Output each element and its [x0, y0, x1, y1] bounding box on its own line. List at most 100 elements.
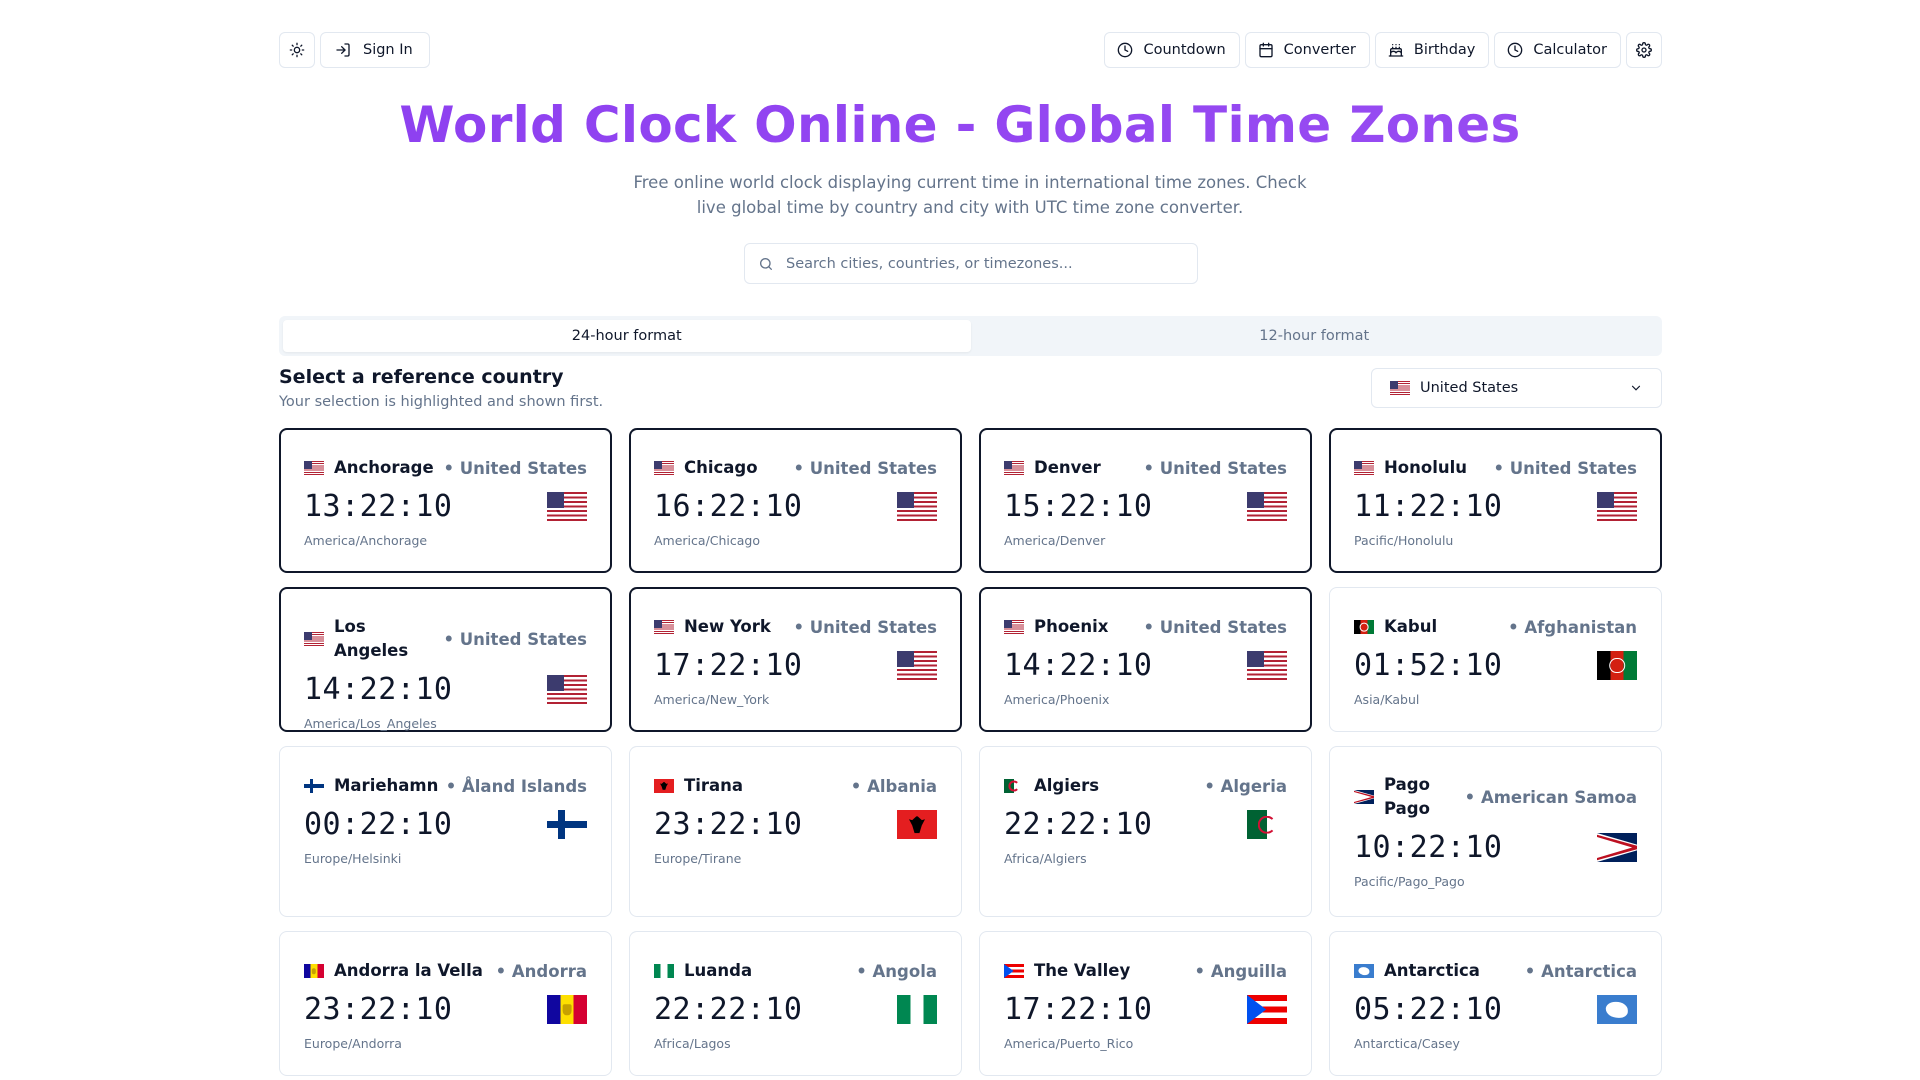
country-name: • Albania: [850, 776, 937, 796]
clock-card[interactable]: The Valley • Anguilla 17:22:10 America/Puer…: [979, 931, 1312, 1076]
converter-button[interactable]: Converter: [1244, 32, 1370, 68]
city-name: Denver: [1034, 458, 1101, 477]
city-line: Kabul: [1354, 615, 1437, 639]
clock-card[interactable]: Tirana • Albania 23:22:10 Europe/Tirane: [629, 746, 962, 917]
clock-card[interactable]: Pago Pago • American Samoa 10:22:10 Pacific…: [1329, 746, 1662, 917]
country-name: • Andorra: [495, 961, 587, 981]
clock-card[interactable]: Algiers • Algeria 22:22:10 Africa/Algiers: [979, 746, 1312, 917]
clock-card[interactable]: Andorra la Vella • Andorra 23:22:10 Europe/…: [279, 931, 612, 1076]
clock-card[interactable]: Honolulu • United States 11:22:10 Pacific/H…: [1329, 428, 1662, 573]
ng-flag-icon: [654, 964, 674, 978]
log-in-icon: [336, 43, 350, 57]
us-flag-icon: [547, 675, 587, 704]
clock-card[interactable]: Mariehamn • Åland Islands 00:22:10 Europe/H…: [279, 746, 612, 917]
city-name: Luanda: [684, 961, 753, 980]
us-flag-icon: [1597, 492, 1637, 521]
ad-flag-icon: [547, 995, 587, 1024]
city-name: Chicago: [684, 458, 758, 477]
clock-card[interactable]: Kabul • Afghanistan 01:52:10 Asia/Kabul: [1329, 587, 1662, 732]
clock-card[interactable]: Phoenix • United States 14:22:10 America/Ph…: [979, 587, 1312, 732]
time-row: 14:22:10: [304, 672, 587, 707]
us-flag-icon: [304, 461, 324, 475]
time-row: 23:22:10: [304, 992, 587, 1027]
clock-card[interactable]: New York • United States 17:22:10 America/N…: [629, 587, 962, 732]
time-row: 22:22:10: [654, 992, 937, 1027]
world-clock-page: Sign In Countdown Converter Birthday Cal…: [0, 0, 1920, 1080]
city-line: Phoenix: [1004, 615, 1108, 639]
card-header: Los Angeles • United States: [304, 615, 587, 663]
clock-grid: Anchorage • United States 13:22:10 America/…: [279, 428, 1662, 1076]
sun-icon: [289, 42, 305, 58]
reference-title: Select a reference country: [279, 366, 564, 388]
clock-card[interactable]: Luanda • Angola 22:22:10 Africa/Lagos: [629, 931, 962, 1076]
timezone-label: America/Denver: [1004, 533, 1106, 548]
country-name: • United States: [443, 458, 587, 478]
top-bar: Sign In Countdown Converter Birthday Cal…: [279, 32, 1662, 68]
city-line: Los Angeles: [304, 615, 443, 663]
timezone-label: America/New_York: [654, 692, 770, 707]
time-row: 01:52:10: [1354, 648, 1637, 683]
clock-card[interactable]: Anchorage • United States 13:22:10 America/…: [279, 428, 612, 573]
current-time: 13:22:10: [304, 489, 453, 524]
timezone-label: America/Phoenix: [1004, 692, 1110, 707]
card-header: Kabul • Afghanistan: [1354, 615, 1637, 639]
clock-card[interactable]: Antarctica • Antarctica 05:22:10 Antarctica…: [1329, 931, 1662, 1076]
ng-flag-icon: [897, 995, 937, 1024]
card-header: Phoenix • United States: [1004, 615, 1287, 639]
card-header: Pago Pago • American Samoa: [1354, 773, 1637, 821]
clock-card[interactable]: Denver • United States 15:22:10 America/Den…: [979, 428, 1312, 573]
countdown-button[interactable]: Countdown: [1104, 32, 1240, 68]
city-line: New York: [654, 615, 771, 639]
search-input[interactable]: [786, 255, 1186, 272]
pr-flag-icon: [1004, 964, 1024, 978]
fi-flag-icon: [547, 810, 587, 839]
sign-in-button[interactable]: Sign In: [320, 32, 430, 68]
birthday-button[interactable]: Birthday: [1374, 32, 1490, 68]
card-header: Mariehamn • Åland Islands: [304, 774, 587, 798]
current-time: 14:22:10: [1004, 648, 1153, 683]
search-icon: [760, 257, 772, 270]
card-header: Tirana • Albania: [654, 774, 937, 798]
country-name: • Angola: [856, 961, 937, 981]
us-flag-icon: [304, 632, 324, 646]
city-name: Phoenix: [1034, 617, 1109, 636]
us-flag-icon: [547, 492, 587, 521]
timezone-label: Africa/Algiers: [1004, 851, 1087, 866]
country-name: • United States: [1143, 458, 1287, 478]
time-row: 15:22:10: [1004, 489, 1287, 524]
af-flag-icon: [1597, 651, 1637, 680]
time-row: 11:22:10: [1354, 489, 1637, 524]
reference-country-select[interactable]: United States: [1371, 368, 1662, 408]
timezone-label: Pacific/Honolulu: [1354, 533, 1454, 548]
city-line: Algiers: [1004, 774, 1099, 798]
card-header: New York • United States: [654, 615, 937, 639]
theme-toggle-button[interactable]: [279, 32, 315, 68]
us-flag-icon: [1247, 651, 1287, 680]
timezone-label: Europe/Helsinki: [304, 851, 402, 866]
clock-card[interactable]: Los Angeles • United States 14:22:10 Americ…: [279, 587, 612, 732]
us-flag-icon: [1247, 492, 1287, 521]
reference-country-value: United States: [1420, 380, 1519, 396]
city-name: The Valley: [1034, 961, 1131, 980]
clock-icon: [1118, 42, 1133, 58]
city-name: Kabul: [1384, 617, 1438, 636]
card-header: Luanda • Angola: [654, 959, 937, 983]
tab-24-hour[interactable]: 24-hour format: [283, 320, 971, 352]
timezone-label: America/Puerto_Rico: [1004, 1036, 1134, 1051]
tab-12-hour[interactable]: 12-hour format: [971, 320, 1659, 352]
countdown-label: Countdown: [1143, 42, 1226, 58]
time-row: 10:22:10: [1354, 830, 1637, 865]
clock-card[interactable]: Chicago • United States 16:22:10 America/Ch…: [629, 428, 962, 573]
current-time: 16:22:10: [654, 489, 803, 524]
time-format-tabs: 24-hour format 12-hour format: [279, 316, 1662, 356]
us-flag-icon: [1390, 381, 1410, 395]
calculator-button[interactable]: Calculator: [1494, 32, 1621, 68]
timezone-label: America/Anchorage: [304, 533, 428, 548]
settings-button[interactable]: [1626, 32, 1662, 68]
current-time: 11:22:10: [1354, 489, 1503, 524]
city-name: Andorra la Vella: [334, 961, 483, 980]
card-header: The Valley • Anguilla: [1004, 959, 1287, 983]
city-line: Chicago: [654, 456, 758, 480]
country-name: • United States: [793, 617, 937, 637]
timezone-label: Antarctica/Casey: [1354, 1036, 1460, 1051]
